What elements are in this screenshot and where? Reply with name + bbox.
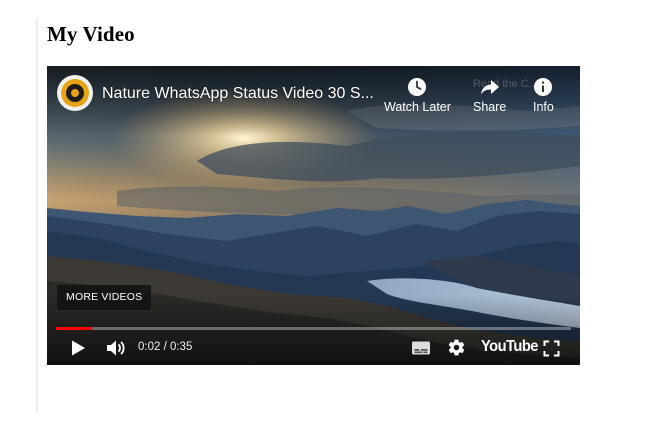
share-button[interactable]: Share [473,77,506,114]
page-title: My Video [47,22,135,46]
volume-button[interactable] [105,338,127,363]
clock-icon [408,78,427,96]
watch-later-button[interactable]: Watch Later [384,77,451,114]
watch-later-label: Watch Later [384,100,451,114]
video-title[interactable]: Nature WhatsApp Status Video 30 S... [102,85,374,103]
fullscreen-icon [543,340,560,357]
share-label: Share [473,100,507,114]
play-icon [72,340,85,356]
play-button[interactable] [69,339,87,362]
more-videos-button[interactable]: MORE VIDEOS [57,285,152,310]
progress-bar[interactable] [56,327,571,330]
captions-button[interactable] [411,340,431,361]
time-display: 0:02 / 0:35 [138,341,193,353]
info-icon [534,78,553,96]
channel-logo-icon [58,76,92,110]
progress-fill [56,327,93,330]
share-arrow-icon [480,80,499,95]
gear-icon [448,339,465,356]
info-label: Info [533,100,554,114]
fullscreen-button[interactable] [543,340,560,362]
info-button[interactable]: Info [533,77,554,114]
settings-button[interactable] [447,338,466,362]
video-player[interactable]: Nature WhatsApp Status Video 30 S... Rea… [47,66,580,365]
youtube-logo[interactable]: YouTube [481,338,538,356]
captions-icon [412,341,430,355]
left-border [36,18,38,413]
volume-icon [107,340,125,356]
channel-avatar[interactable] [57,75,93,111]
